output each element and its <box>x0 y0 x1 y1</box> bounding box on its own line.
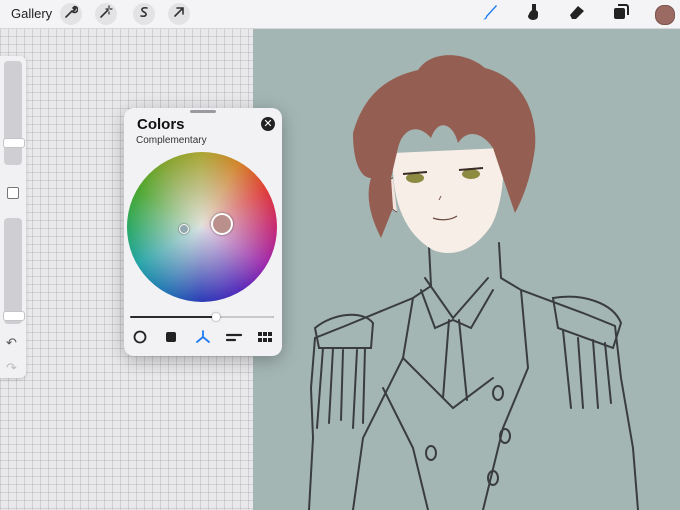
palettes-icon <box>257 330 273 348</box>
primary-color-knob[interactable] <box>211 213 233 235</box>
brush-icon <box>480 2 500 27</box>
undo-button[interactable]: ↶ <box>6 335 17 351</box>
complementary-color-knob[interactable] <box>179 224 189 234</box>
opacity-slider-thumb[interactable] <box>3 311 25 322</box>
layers-button[interactable] <box>610 3 632 25</box>
modifier-button[interactable] <box>7 187 19 199</box>
undo-arrow-icon: ↶ <box>6 335 17 350</box>
brightness-slider-knob[interactable] <box>212 313 221 321</box>
top-toolbar: Gallery <box>0 0 680 29</box>
tab-palettes[interactable] <box>254 328 276 350</box>
panel-drag-handle[interactable] <box>190 110 216 113</box>
gallery-button[interactable]: Gallery <box>11 6 52 21</box>
colors-panel: Colors ✕ Complementary <box>124 108 282 356</box>
tab-classic[interactable] <box>160 328 182 350</box>
transform-button[interactable] <box>168 3 190 25</box>
close-icon: ✕ <box>263 118 273 130</box>
brightness-slider-remainder <box>216 316 274 318</box>
wrench-icon <box>64 5 79 24</box>
close-button[interactable]: ✕ <box>261 117 275 131</box>
harmony-color-wheel[interactable] <box>127 152 277 302</box>
character-illustration <box>308 55 639 510</box>
eraser-icon <box>567 2 587 27</box>
tab-harmony[interactable] <box>192 328 214 350</box>
left-sidebar: ↶ ↷ <box>0 56 26 378</box>
panel-title: Colors <box>137 116 185 133</box>
selection-button[interactable] <box>133 3 155 25</box>
classic-icon <box>164 330 178 349</box>
layers-icon <box>611 2 631 27</box>
brush-size-slider-thumb[interactable] <box>3 137 25 148</box>
value-icon <box>225 330 243 349</box>
opacity-slider[interactable] <box>4 218 22 324</box>
smudge-tool-button[interactable] <box>522 3 544 25</box>
redo-button[interactable]: ↷ <box>6 360 17 376</box>
harmony-mode-label[interactable]: Complementary <box>136 135 207 146</box>
harmony-icon <box>195 329 211 350</box>
adjustments-button[interactable] <box>95 3 117 25</box>
selection-icon <box>137 5 151 24</box>
tab-value[interactable] <box>223 328 245 350</box>
redo-arrow-icon: ↷ <box>6 360 17 375</box>
tab-disc[interactable] <box>129 328 151 350</box>
brush-size-slider[interactable] <box>4 61 22 165</box>
smudge-icon <box>523 2 543 27</box>
eraser-tool-button[interactable] <box>566 3 588 25</box>
move-arrow-icon <box>172 5 186 24</box>
disc-icon <box>133 330 147 349</box>
magic-wand-icon <box>99 4 113 24</box>
actions-button[interactable] <box>60 3 82 25</box>
color-mode-tabs <box>124 328 282 350</box>
color-swatch-button[interactable] <box>655 5 675 25</box>
brush-tool-button[interactable] <box>479 3 501 25</box>
